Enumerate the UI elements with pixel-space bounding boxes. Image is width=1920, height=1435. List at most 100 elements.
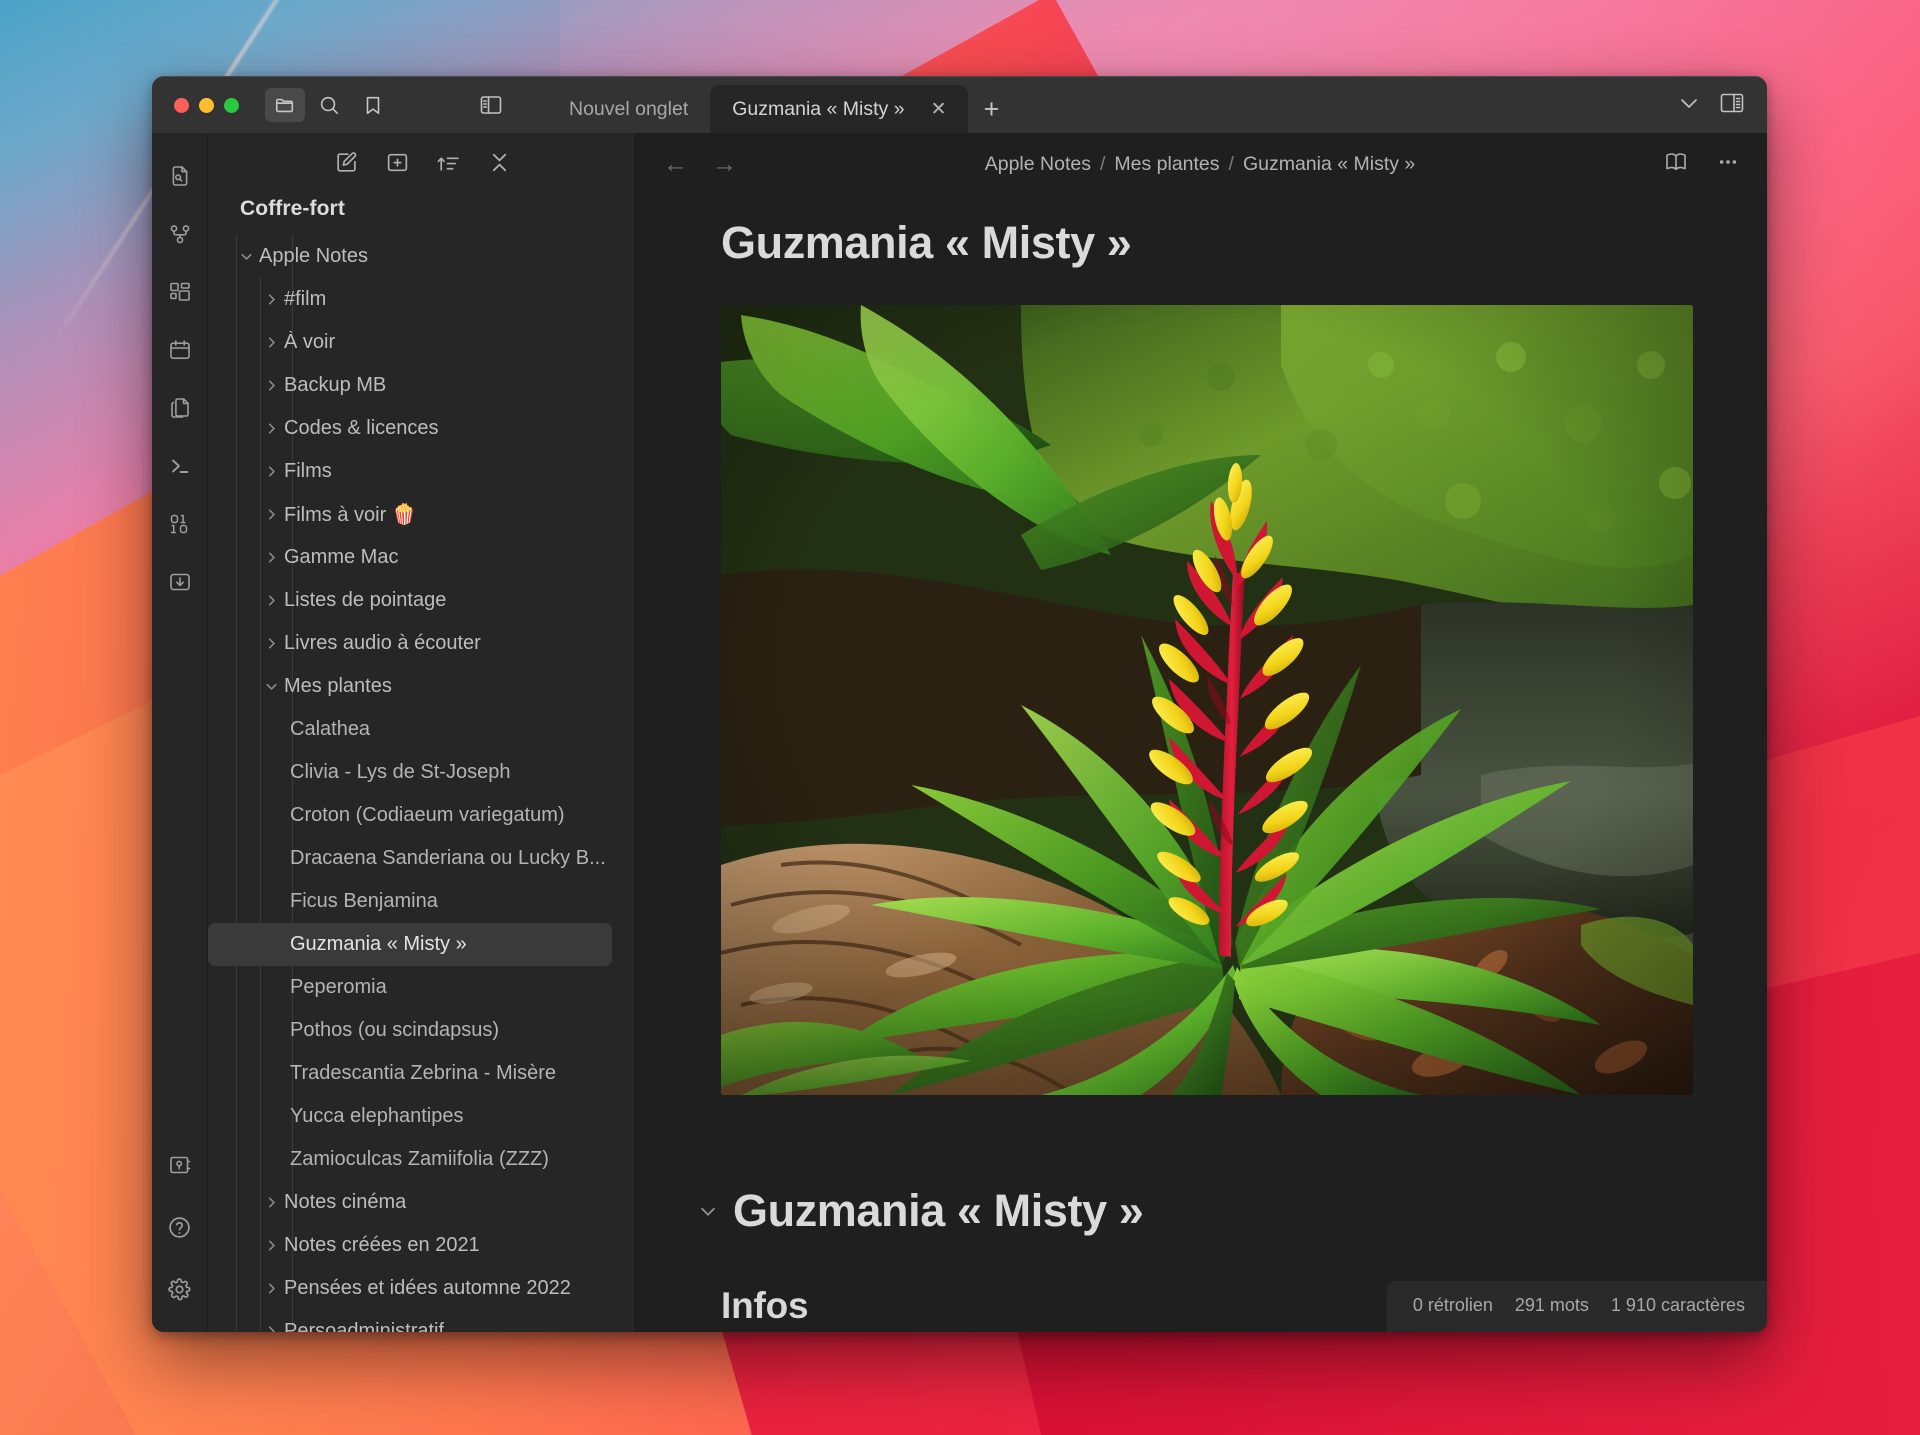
titlebar-tools	[265, 88, 393, 122]
tree-folder-row[interactable]: Gamme Mac	[208, 536, 634, 579]
note-embedded-image[interactable]	[721, 305, 1693, 1095]
chevron-right-icon[interactable]	[258, 635, 284, 652]
binary-icon[interactable]	[163, 507, 197, 541]
file-tree: Apple Notes #film À voir Backup MB Codes & l…	[208, 235, 634, 1332]
tree-folder-row[interactable]: Codes & licences	[208, 407, 634, 450]
obsidian-app-window: Nouvel onglet Guzmania « Misty » ✕ + Cof…	[152, 76, 1767, 1332]
navigate-back-icon[interactable]: ←	[663, 150, 688, 179]
left-icon-rail	[152, 133, 208, 1332]
maximize-window-button[interactable]	[224, 97, 239, 113]
chevron-right-icon[interactable]	[258, 463, 284, 480]
file-search-icon[interactable]	[163, 159, 197, 193]
reading-view-icon[interactable]	[1663, 150, 1689, 179]
tree-folder-row[interactable]: Films à voir 🍿	[208, 493, 634, 536]
chevron-down-icon[interactable]	[697, 1200, 719, 1222]
navigate-forward-icon[interactable]: →	[712, 150, 737, 179]
tab-guzmania-misty[interactable]: Guzmania « Misty » ✕	[710, 85, 969, 133]
folder-icon[interactable]	[265, 88, 305, 122]
tree-file-row[interactable]: Dracaena Sanderiana ou Lucky B...	[208, 837, 634, 880]
daily-notes-icon[interactable]	[163, 391, 197, 425]
tree-item-label: Films	[284, 460, 332, 482]
tree-folder-row[interactable]: Apple Notes	[208, 235, 634, 278]
tree-folder-row[interactable]: Mes plantes	[208, 665, 634, 708]
help-icon[interactable]	[163, 1210, 197, 1244]
graph-view-icon[interactable]	[163, 217, 197, 251]
close-window-button[interactable]	[174, 97, 189, 113]
tree-file-row[interactable]: Pothos (ou scindapsus)	[208, 1009, 634, 1052]
chevron-right-icon[interactable]	[258, 1194, 284, 1211]
tree-item-label: Dracaena Sanderiana ou Lucky B...	[290, 847, 606, 869]
tree-folder-row[interactable]: Backup MB	[208, 364, 634, 407]
more-options-icon[interactable]	[1715, 150, 1741, 179]
tree-folder-row[interactable]: #film	[208, 278, 634, 321]
backlinks-count[interactable]: 0 rétrolien	[1413, 1295, 1493, 1316]
chevron-right-icon[interactable]	[258, 592, 284, 609]
window-titlebar: Nouvel onglet Guzmania « Misty » ✕ +	[152, 77, 1767, 133]
tree-file-row[interactable]: Guzmania « Misty »	[208, 923, 612, 966]
new-note-icon[interactable]	[334, 150, 359, 180]
sort-order-icon[interactable]	[436, 150, 461, 180]
tree-folder-row[interactable]: Films	[208, 450, 634, 493]
terminal-icon[interactable]	[163, 449, 197, 483]
close-icon[interactable]: ✕	[931, 100, 947, 119]
tree-file-row[interactable]: Yucca elephantipes	[208, 1095, 634, 1138]
tree-file-row[interactable]: Zamioculcas Zamiifolia (ZZZ)	[208, 1138, 634, 1181]
chevron-right-icon[interactable]	[258, 506, 284, 523]
chevron-right-icon[interactable]	[258, 420, 284, 437]
chevron-down-icon[interactable]	[233, 248, 259, 265]
note-title: Guzmania « Misty »	[721, 217, 1132, 268]
chevron-right-icon[interactable]	[258, 1323, 284, 1332]
tree-file-row[interactable]: Croton (Codiaeum variegatum)	[208, 794, 634, 837]
chevron-down-icon[interactable]	[1677, 91, 1701, 120]
tree-folder-row[interactable]: Notes cinéma	[208, 1181, 634, 1224]
chevron-right-icon[interactable]	[258, 1280, 284, 1297]
breadcrumb-item-0[interactable]: Apple Notes	[985, 153, 1091, 176]
tree-item-label: À voir	[284, 331, 336, 353]
settings-icon[interactable]	[163, 1272, 197, 1306]
tree-folder-row[interactable]: Pensées et idées automne 2022	[208, 1267, 634, 1310]
tree-folder-row[interactable]: Notes créées en 2021	[208, 1224, 634, 1267]
word-count[interactable]: 291 mots	[1515, 1295, 1589, 1316]
tree-file-row[interactable]: Clivia - Lys de St-Joseph	[208, 751, 634, 794]
import-icon[interactable]	[163, 565, 197, 599]
tree-file-row[interactable]: Ficus Benjamina	[208, 880, 634, 923]
chevron-right-icon[interactable]	[258, 334, 284, 351]
tree-file-row[interactable]: Calathea	[208, 708, 634, 751]
canvas-icon[interactable]	[163, 275, 197, 309]
chevron-right-icon[interactable]	[258, 549, 284, 566]
bookmark-icon[interactable]	[353, 88, 393, 122]
tab-nouvel-onglet[interactable]: Nouvel onglet	[547, 85, 710, 133]
character-count[interactable]: 1 910 caractères	[1611, 1295, 1745, 1316]
breadcrumb-separator: /	[1228, 152, 1234, 175]
tree-item-label: Calathea	[290, 718, 371, 740]
breadcrumb-item-2[interactable]: Guzmania « Misty »	[1243, 153, 1415, 176]
tree-folder-row[interactable]: À voir	[208, 321, 634, 364]
left-sidebar-toggle-icon[interactable]	[479, 94, 503, 116]
collapse-all-icon[interactable]	[487, 150, 512, 180]
right-sidebar-toggle-icon[interactable]	[1719, 91, 1745, 120]
tab-bar: Nouvel onglet Guzmania « Misty » ✕ +	[547, 77, 1677, 133]
tree-file-row[interactable]: Tradescantia Zebrina - Misère	[208, 1052, 634, 1095]
tree-folder-row[interactable]: Listes de pointage	[208, 579, 634, 622]
note-document[interactable]: Guzmania « Misty » Guzmania « Misty » In…	[635, 195, 1767, 1332]
calendar-icon[interactable]	[163, 333, 197, 367]
tree-folder-row[interactable]: Persoadministratif	[208, 1310, 634, 1332]
tree-file-row[interactable]: Peperomia	[208, 966, 634, 1009]
file-explorer-sidebar: Coffre-fort Apple Notes #film À voir Backup…	[208, 133, 635, 1332]
tree-item-label: Tradescantia Zebrina - Misère	[290, 1062, 557, 1084]
chevron-right-icon[interactable]	[258, 1237, 284, 1254]
tree-folder-row[interactable]: Livres audio à écouter	[208, 622, 634, 665]
vault-switcher-icon[interactable]	[163, 1148, 197, 1182]
chevron-right-icon[interactable]	[258, 377, 284, 394]
chevron-right-icon[interactable]	[258, 291, 284, 308]
window-controls	[152, 97, 251, 113]
new-folder-icon[interactable]	[385, 150, 410, 180]
search-icon[interactable]	[309, 88, 349, 122]
minimize-window-button[interactable]	[199, 97, 214, 113]
chevron-down-icon[interactable]	[258, 678, 284, 695]
tree-item-label: Apple Notes	[259, 245, 368, 267]
collapsible-heading-1[interactable]: Guzmania « Misty »	[697, 1185, 1707, 1237]
new-tab-button[interactable]: +	[968, 85, 1014, 133]
breadcrumb-item-1[interactable]: Mes plantes	[1114, 153, 1219, 176]
tree-item-label: Pothos (ou scindapsus)	[290, 1019, 500, 1041]
